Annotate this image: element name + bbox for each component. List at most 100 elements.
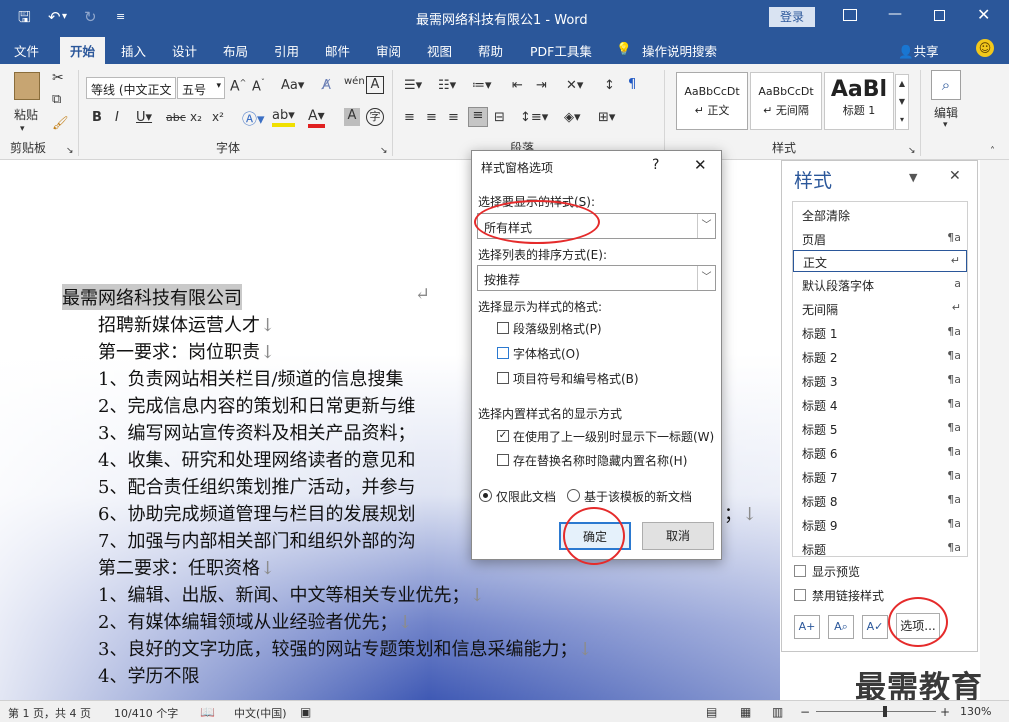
justify-icon[interactable]: ≡ xyxy=(468,107,488,127)
maximize-icon[interactable] xyxy=(934,10,945,21)
customize-toolbar-icon[interactable]: ≡ xyxy=(116,8,125,26)
doc-line[interactable]: 3、编写网站宣传资料及相关产品资料； xyxy=(98,419,415,445)
line-spacing-icon[interactable]: ↕≡▾ xyxy=(520,110,548,125)
style-gallery-no-spacing[interactable]: AaBbCcDt ↵ 无间隔 xyxy=(750,72,822,130)
italic-icon[interactable]: I xyxy=(115,110,119,125)
doc-line[interactable]: 6、协助完成频道管理与栏目的发展规划 xyxy=(98,500,415,526)
pane-options-dropdown-icon[interactable]: ▼ xyxy=(909,171,917,184)
align-center-icon[interactable]: ≡ xyxy=(426,110,437,125)
style-item[interactable]: 页眉 ¶a xyxy=(793,228,967,250)
doc-line[interactable]: 5、配合责任组织策划推广活动，并参与 xyxy=(98,473,415,499)
font-name-combo[interactable]: 等线 (中文正文 xyxy=(86,77,176,99)
redo-icon[interactable]: ↻ xyxy=(84,8,97,26)
enclose-characters-icon[interactable]: 字 xyxy=(366,108,384,126)
doc-line[interactable]: 招聘新媒体运营人才↓ xyxy=(98,311,275,337)
superscript-icon[interactable]: x² xyxy=(212,110,224,124)
minimize-icon[interactable]: — xyxy=(888,6,902,22)
save-icon[interactable]: 🖫 xyxy=(18,8,31,26)
style-item[interactable]: 标题 3 ¶a xyxy=(793,370,967,392)
font-color-icon[interactable]: A▾ xyxy=(308,108,325,128)
web-layout-icon[interactable]: ▥ xyxy=(772,705,783,719)
doc-line[interactable]: 4、学历不限 xyxy=(98,662,199,688)
bullet-format-checkbox[interactable] xyxy=(497,372,509,384)
style-item[interactable]: 标题 ¶a xyxy=(793,538,967,556)
style-gallery-heading-1[interactable]: AaBl 标题 1 xyxy=(824,72,894,130)
shrink-font-icon[interactable]: Aˇ xyxy=(252,78,265,94)
paste-label[interactable]: 粘贴 xyxy=(14,106,38,123)
dialog-close-icon[interactable]: ✕ xyxy=(694,156,707,174)
format-painter-icon[interactable]: 🖌 xyxy=(52,116,69,131)
clipboard-launcher-icon[interactable]: ↘ xyxy=(66,146,74,156)
style-item-selected[interactable]: 正文 ↵ xyxy=(793,250,967,272)
new-style-icon[interactable]: A+ xyxy=(794,615,820,639)
align-right-icon[interactable]: ≡ xyxy=(448,110,459,125)
character-shading-icon[interactable]: A xyxy=(344,108,360,126)
style-item[interactable]: 标题 1 ¶a xyxy=(793,322,967,344)
hide-builtin-name-checkbox[interactable] xyxy=(497,454,509,466)
align-left-icon[interactable]: ≡ xyxy=(404,110,415,125)
template-documents-label[interactable]: 基于该模板的新文档 xyxy=(584,488,692,505)
undo-icon[interactable]: ↶ xyxy=(48,8,61,26)
copy-icon[interactable]: ⧉ xyxy=(52,92,61,107)
multilevel-list-icon[interactable]: ≔▾ xyxy=(472,78,492,93)
style-item[interactable]: 标题 4 ¶a xyxy=(793,394,967,416)
tab-layout[interactable]: 布局 xyxy=(223,41,248,60)
search-icon[interactable]: ⌕ xyxy=(931,70,961,100)
numbering-icon[interactable]: ☷▾ xyxy=(438,78,456,93)
show-preview-checkbox[interactable] xyxy=(794,565,806,577)
tab-review[interactable]: 审阅 xyxy=(376,41,401,60)
styles-launcher-icon[interactable]: ↘ xyxy=(908,146,916,156)
vertical-scrollbar[interactable] xyxy=(980,160,1009,700)
doc-line[interactable]: 2、完成信息内容的策划和日常更新与维 xyxy=(98,392,415,418)
bullets-icon[interactable]: ☰▾ xyxy=(404,78,422,93)
tab-help[interactable]: 帮助 xyxy=(478,41,503,60)
clear-formatting-icon[interactable]: A̸ xyxy=(322,78,331,93)
style-item[interactable]: 标题 2 ¶a xyxy=(793,346,967,368)
show-preview-label[interactable]: 显示预览 xyxy=(812,563,860,580)
tab-pdf-tools[interactable]: PDF工具集 xyxy=(530,41,592,60)
paragraph-format-checkbox[interactable] xyxy=(497,322,509,334)
doc-heading[interactable]: 最需网络科技有限公司 xyxy=(62,284,242,310)
font-format-checkbox[interactable] xyxy=(497,347,509,359)
style-item[interactable]: 标题 7 ¶a xyxy=(793,466,967,488)
doc-line[interactable]: 2、有媒体编辑领域从业经验者优先；↓ xyxy=(98,608,413,634)
ribbon-display-icon[interactable] xyxy=(843,9,857,21)
print-layout-icon[interactable]: ▦ xyxy=(740,705,751,719)
grow-font-icon[interactable]: A^ xyxy=(230,78,246,95)
font-format-label[interactable]: 字体格式(O) xyxy=(513,345,580,362)
tab-design[interactable]: 设计 xyxy=(172,41,197,60)
borders-icon[interactable]: ⊞▾ xyxy=(598,110,615,125)
login-button[interactable]: 登录 xyxy=(769,7,815,27)
style-item[interactable]: 标题 6 ¶a xyxy=(793,442,967,464)
increase-indent-icon[interactable]: ⇥ xyxy=(536,78,547,93)
subscript-icon[interactable]: x₂ xyxy=(190,110,202,124)
strikethrough-icon[interactable]: abc xyxy=(166,111,186,124)
doc-line[interactable]: 4、收集、研究和处理网络读者的意见和 xyxy=(98,446,415,472)
doc-line[interactable]: 7、加强与内部相关部门和组织外部的沟 xyxy=(98,527,415,553)
disable-linked-checkbox[interactable] xyxy=(794,589,806,601)
doc-line[interactable]: 3、良好的文字功底，较强的网站专题策划和信息采编能力；↓ xyxy=(98,635,593,661)
word-count[interactable]: 10/410 个字 xyxy=(114,705,178,721)
share-button[interactable]: 👤共享 xyxy=(898,41,939,60)
page-count[interactable]: 第 1 页，共 4 页 xyxy=(8,705,91,721)
macro-record-icon[interactable]: ▣ xyxy=(300,705,311,719)
collapse-ribbon-icon[interactable]: ˄ xyxy=(990,146,995,157)
phonetic-guide-icon[interactable]: wén xyxy=(344,76,365,87)
bold-icon[interactable]: B xyxy=(92,110,102,125)
font-launcher-icon[interactable]: ↘ xyxy=(380,146,388,156)
doc-line[interactable]: 1、编辑、出版、新闻、中文等相关专业优先；↓ xyxy=(98,581,485,607)
highlight-color-icon[interactable]: ab▾ xyxy=(272,108,295,127)
proofing-icon[interactable]: 📖 xyxy=(200,705,215,719)
sort-icon[interactable]: ↕ xyxy=(604,78,615,93)
language-status[interactable]: 中文(中国) xyxy=(234,705,287,721)
zoom-slider[interactable] xyxy=(816,711,936,712)
hide-builtin-name-label[interactable]: 存在替换名称时隐藏内置名称(H) xyxy=(513,452,687,469)
gallery-scroll-icon[interactable]: ▲ ▼ ▾ xyxy=(895,74,909,130)
template-documents-radio[interactable] xyxy=(567,489,580,502)
help-icon[interactable]: ? xyxy=(652,157,659,173)
undo-dropdown-icon[interactable]: ▾ xyxy=(62,8,67,26)
show-next-heading-label[interactable]: 在使用了上一级别时显示下一标题(W) xyxy=(513,428,714,445)
font-size-combo[interactable]: 五号 ▾ xyxy=(177,77,225,99)
manage-styles-icon[interactable]: A✓ xyxy=(862,615,888,639)
cancel-button[interactable]: 取消 xyxy=(642,522,714,550)
